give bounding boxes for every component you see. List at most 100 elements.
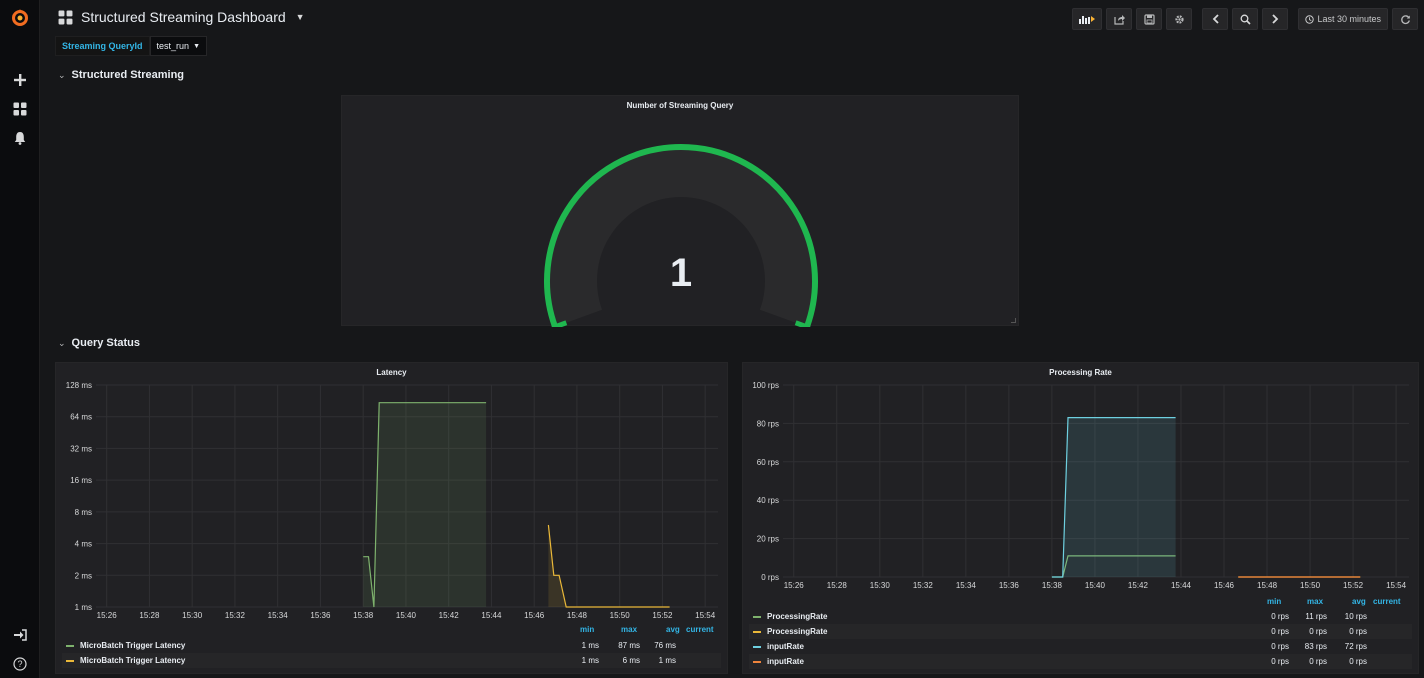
legend-min: 0 rps [1271, 657, 1289, 666]
save-button[interactable] [1136, 8, 1163, 30]
x-tick-label: 15:36 [999, 581, 1020, 590]
x-tick-label: 15:42 [439, 611, 460, 620]
time-range-picker[interactable]: Last 30 minutes [1298, 8, 1388, 30]
legend-series-name[interactable]: MicroBatch Trigger Latency [80, 656, 185, 665]
dashboard-picker[interactable]: Structured Streaming Dashboard ▼ [58, 9, 305, 25]
legend-series-name[interactable]: inputRate [767, 642, 804, 651]
legend-swatch[interactable] [753, 660, 761, 663]
x-tick-label: 15:30 [870, 581, 891, 590]
series-area [1051, 417, 1176, 577]
add-panel-icon [1079, 16, 1096, 24]
gear-icon [1175, 14, 1184, 24]
bell-icon[interactable] [0, 123, 40, 153]
legend-max: 83 rps [1304, 642, 1327, 651]
chevron-right-icon [1272, 14, 1279, 24]
row-title: Structured Streaming [71, 69, 185, 81]
add-panel-button[interactable] [1072, 8, 1103, 30]
legend-min: 0 rps [1271, 642, 1289, 651]
x-tick-label: 15:54 [695, 611, 716, 620]
y-tick-label: 128 ms [66, 381, 92, 390]
legend-swatch[interactable] [753, 645, 761, 648]
legend-swatch[interactable] [753, 615, 761, 618]
series-area [548, 525, 670, 607]
y-tick-label: 4 ms [75, 540, 92, 549]
x-tick-label: 15:48 [1257, 581, 1278, 590]
template-variables: Streaming QueryId test_run ▼ [55, 36, 207, 56]
legend-series-name[interactable]: inputRate [767, 657, 804, 666]
grafana-logo[interactable] [0, 3, 40, 33]
y-tick-label: 1 ms [75, 603, 92, 612]
dashboards-icon [58, 10, 73, 24]
time-forward-button[interactable] [1262, 8, 1289, 30]
latency-graph: 1 ms 2 ms 4 ms 8 ms 16 ms 32 ms 64 ms 128 ms 15:… [66, 381, 718, 620]
zoom-out-button[interactable] [1232, 8, 1259, 30]
y-tick-label: 8 ms [75, 508, 92, 517]
y-tick-label: 20 rps [757, 535, 779, 544]
latency-panel[interactable]: Latency 1 ms 2 ms 4 ms 8 ms 16 ms 32 ms 64 ms 1… [55, 362, 728, 674]
plus-icon[interactable] [0, 65, 40, 95]
grafana-app: ? Structured Streaming Dashboard ▼ Last … [0, 0, 1424, 678]
dashboard-title: Structured Streaming Dashboard [81, 9, 286, 25]
gauge-value: 1 [670, 251, 692, 295]
navbar: Structured Streaming Dashboard ▼ Last 30… [40, 0, 1424, 38]
legend-max: 11 rps [1305, 612, 1327, 621]
x-tick-label: 15:50 [1300, 581, 1321, 590]
legend-avg: 0 rps [1349, 627, 1367, 636]
x-tick-label: 15:52 [1343, 581, 1364, 590]
x-tick-label: 15:28 [139, 611, 160, 620]
svg-text:?: ? [17, 659, 22, 669]
zoom-out-icon [1240, 14, 1251, 25]
x-tick-label: 15:46 [1214, 581, 1235, 590]
legend-max: 87 ms [618, 641, 640, 650]
y-tick-label: 64 ms [70, 413, 92, 422]
legend-row: MicroBatch Trigger Latency 1 ms 87 ms 76… [62, 638, 721, 653]
panel-resize-handle[interactable] [1011, 318, 1016, 323]
caret-down-icon: ▼ [193, 42, 200, 50]
legend-swatch[interactable] [66, 644, 74, 647]
time-back-button[interactable] [1202, 8, 1229, 30]
share-button[interactable] [1106, 8, 1133, 30]
legend-series-name[interactable]: MicroBatch Trigger Latency [80, 641, 185, 650]
legend-swatch[interactable] [753, 630, 761, 633]
help-icon[interactable]: ? [0, 649, 40, 678]
x-tick-label: 15:26 [784, 581, 805, 590]
legend-series-name[interactable]: ProcessingRate [767, 612, 827, 621]
x-tick-label: 15:52 [652, 611, 673, 620]
legend-row: inputRate 0 rps 83 rps 72 rps [749, 639, 1412, 654]
legend-row: MicroBatch Trigger Latency 1 ms 6 ms 1 m… [62, 653, 721, 668]
share-icon [1114, 14, 1125, 25]
row-query-status[interactable]: ⌄ Query Status [58, 337, 140, 349]
legend-min: 1 ms [581, 641, 599, 650]
legend-max: 6 ms [622, 656, 640, 665]
x-tick-label: 15:48 [567, 611, 588, 620]
legend-avg: 76 ms [654, 641, 676, 650]
refresh-button[interactable] [1392, 8, 1418, 30]
series-area [363, 402, 487, 607]
legend-swatch[interactable] [66, 659, 74, 662]
x-tick-label: 15:44 [481, 611, 502, 620]
legend-series-name[interactable]: ProcessingRate [767, 627, 827, 636]
legend-header-min: min [580, 625, 595, 634]
legend-header-max: max [1307, 597, 1324, 606]
gauge-track [549, 148, 813, 327]
x-tick-label: 15:30 [182, 611, 203, 620]
variable-dropdown[interactable]: test_run ▼ [149, 36, 207, 56]
y-tick-label: 80 rps [757, 419, 779, 428]
x-tick-label: 15:28 [827, 581, 848, 590]
series-line[interactable] [547, 524, 670, 608]
legend-row: inputRate 0 rps 0 rps 0 rps [749, 654, 1412, 669]
x-tick-label: 15:38 [1042, 581, 1063, 590]
navbar-buttons: Last 30 minutes [1072, 8, 1418, 30]
x-tick-label: 15:40 [396, 611, 417, 620]
row-structured-streaming[interactable]: ⌄ Structured Streaming [58, 69, 184, 81]
settings-button[interactable] [1166, 8, 1193, 30]
gauge-panel[interactable]: Number of Streaming Query 1 [341, 95, 1019, 327]
sign-in-icon[interactable] [0, 620, 40, 650]
x-tick-label: 15:40 [1085, 581, 1106, 590]
processing-rate-panel[interactable]: Processing Rate 0 rps 20 rps 40 rps 60 rps 8… [742, 362, 1419, 674]
x-tick-label: 15:38 [353, 611, 374, 620]
x-tick-label: 15:50 [610, 611, 631, 620]
dashboards-icon[interactable] [0, 94, 40, 124]
y-tick-label: 16 ms [70, 476, 92, 485]
caret-down-icon: ▼ [295, 12, 305, 22]
